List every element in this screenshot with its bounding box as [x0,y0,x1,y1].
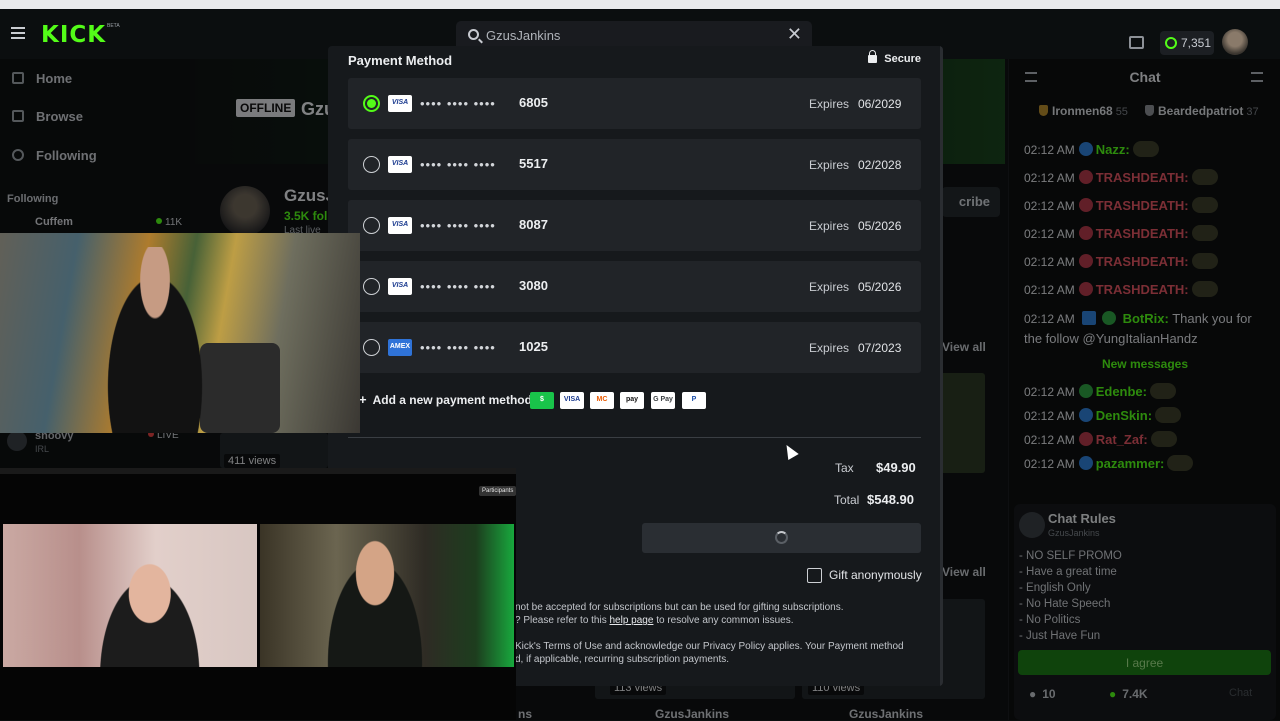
fine-print: ? Please refer to this help page to reso… [515,615,794,626]
card-number-mask: •••• •••• •••• [420,279,496,294]
loading-spinner-icon [775,531,788,544]
pay-button[interactable] [642,523,921,553]
cashapp-icon: $ [530,392,554,409]
card-expiry: 07/2023 [858,341,902,355]
participant-tile [3,524,257,667]
fine-print: not be accepted for subscriptions but ca… [515,602,844,613]
webcam-person [95,247,215,433]
payment-card-row[interactable]: VISA •••• •••• •••• 5517 Expires 02/2028 [348,139,921,190]
card-expiry: 06/2029 [858,97,902,111]
card-number-mask: •••• •••• •••• [420,157,496,172]
participants-button[interactable]: Participants [479,486,517,496]
card-radio[interactable] [363,95,380,112]
total-value: $548.90 [867,492,914,507]
fine-print: d, if applicable, recurring subscription… [515,654,729,665]
amex-icon: AMEX [388,339,412,356]
kicks-balance[interactable]: 7,351 [1160,31,1214,55]
card-last4: 6805 [519,95,548,110]
participant-person [98,552,213,667]
browser-strip [0,0,1280,9]
expires-label: Expires [809,280,850,294]
payment-card-row[interactable]: VISA •••• •••• •••• 3080 Expires 05/2026 [348,261,921,312]
webcam-overlay [0,233,360,433]
plus-icon: + [359,392,367,407]
visa-icon: VISA [388,156,412,173]
card-expiry: 05/2026 [858,280,902,294]
payment-card-row[interactable]: VISA •••• •••• •••• 8087 Expires 05/2026 [348,200,921,251]
google-pay-icon: G Pay [651,392,675,409]
add-payment-method-label: Add a new payment method [372,393,532,407]
card-radio[interactable] [363,156,380,173]
user-avatar[interactable] [1222,29,1248,55]
video-call-overlay: Participants [0,468,517,720]
add-payment-method-button[interactable]: + Add a new payment method [359,392,532,407]
card-last4: 5517 [519,156,548,171]
paypal-icon: P [682,392,706,409]
visa-icon: VISA [388,95,412,112]
dashboard-icon[interactable] [1129,36,1144,49]
close-icon[interactable]: ✕ [787,24,802,45]
card-radio[interactable] [363,217,380,234]
total-label: Total [834,493,860,507]
card-number-mask: •••• •••• •••• [420,218,496,233]
modal-title: Payment Method [348,53,453,68]
participant-tile [260,524,514,667]
expires-label: Expires [809,341,850,355]
modal-scrollbar[interactable] [940,46,943,686]
fine-text: ? Please refer to this [515,615,610,626]
search-icon [468,29,479,40]
tax-label: Tax [835,461,854,475]
help-page-link[interactable]: help page [610,615,654,626]
search-value: GzusJankins [486,28,561,43]
divider [348,437,921,438]
fine-print: Kick's Terms of Use and acknowledge our … [515,641,904,652]
card-last4: 1025 [519,339,548,354]
visa-icon: VISA [388,217,412,234]
payment-card-row[interactable]: VISA •••• •••• •••• 6805 Expires 06/2029 [348,78,921,129]
kick-logo[interactable]: KICK [41,22,106,48]
card-last4: 8087 [519,217,548,232]
coin-count: 7,351 [1181,36,1212,50]
hamburger-icon[interactable] [11,27,25,39]
card-radio[interactable] [363,339,380,356]
gift-anonymously-label[interactable]: Gift anonymously [829,568,922,582]
fine-text: to resolve any common issues. [653,615,794,626]
beta-tag: BETA [107,23,120,29]
gift-anonymously-checkbox[interactable] [807,568,822,583]
amazon-pay-icon: pay [620,392,644,409]
expires-label: Expires [809,219,850,233]
expires-label: Expires [809,97,850,111]
card-expiry: 05/2026 [858,219,902,233]
call-toolbar [0,468,516,474]
lock-icon [868,50,878,63]
card-expiry: 02/2028 [858,158,902,172]
card-radio[interactable] [363,278,380,295]
mastercard-icon: MC [590,392,614,409]
card-number-mask: •••• •••• •••• [420,340,496,355]
participant-person [315,534,435,667]
visa-icon: VISA [388,278,412,295]
coin-icon [1165,37,1177,49]
tax-value: $49.90 [876,460,916,475]
card-last4: 3080 [519,278,548,293]
card-number-mask: •••• •••• •••• [420,96,496,111]
secure-indicator: Secure [868,50,921,65]
expires-label: Expires [809,158,850,172]
secure-label: Secure [884,53,921,65]
visa-icon: VISA [560,392,584,409]
payment-card-row[interactable]: AMEX •••• •••• •••• 1025 Expires 07/2023 [348,322,921,373]
